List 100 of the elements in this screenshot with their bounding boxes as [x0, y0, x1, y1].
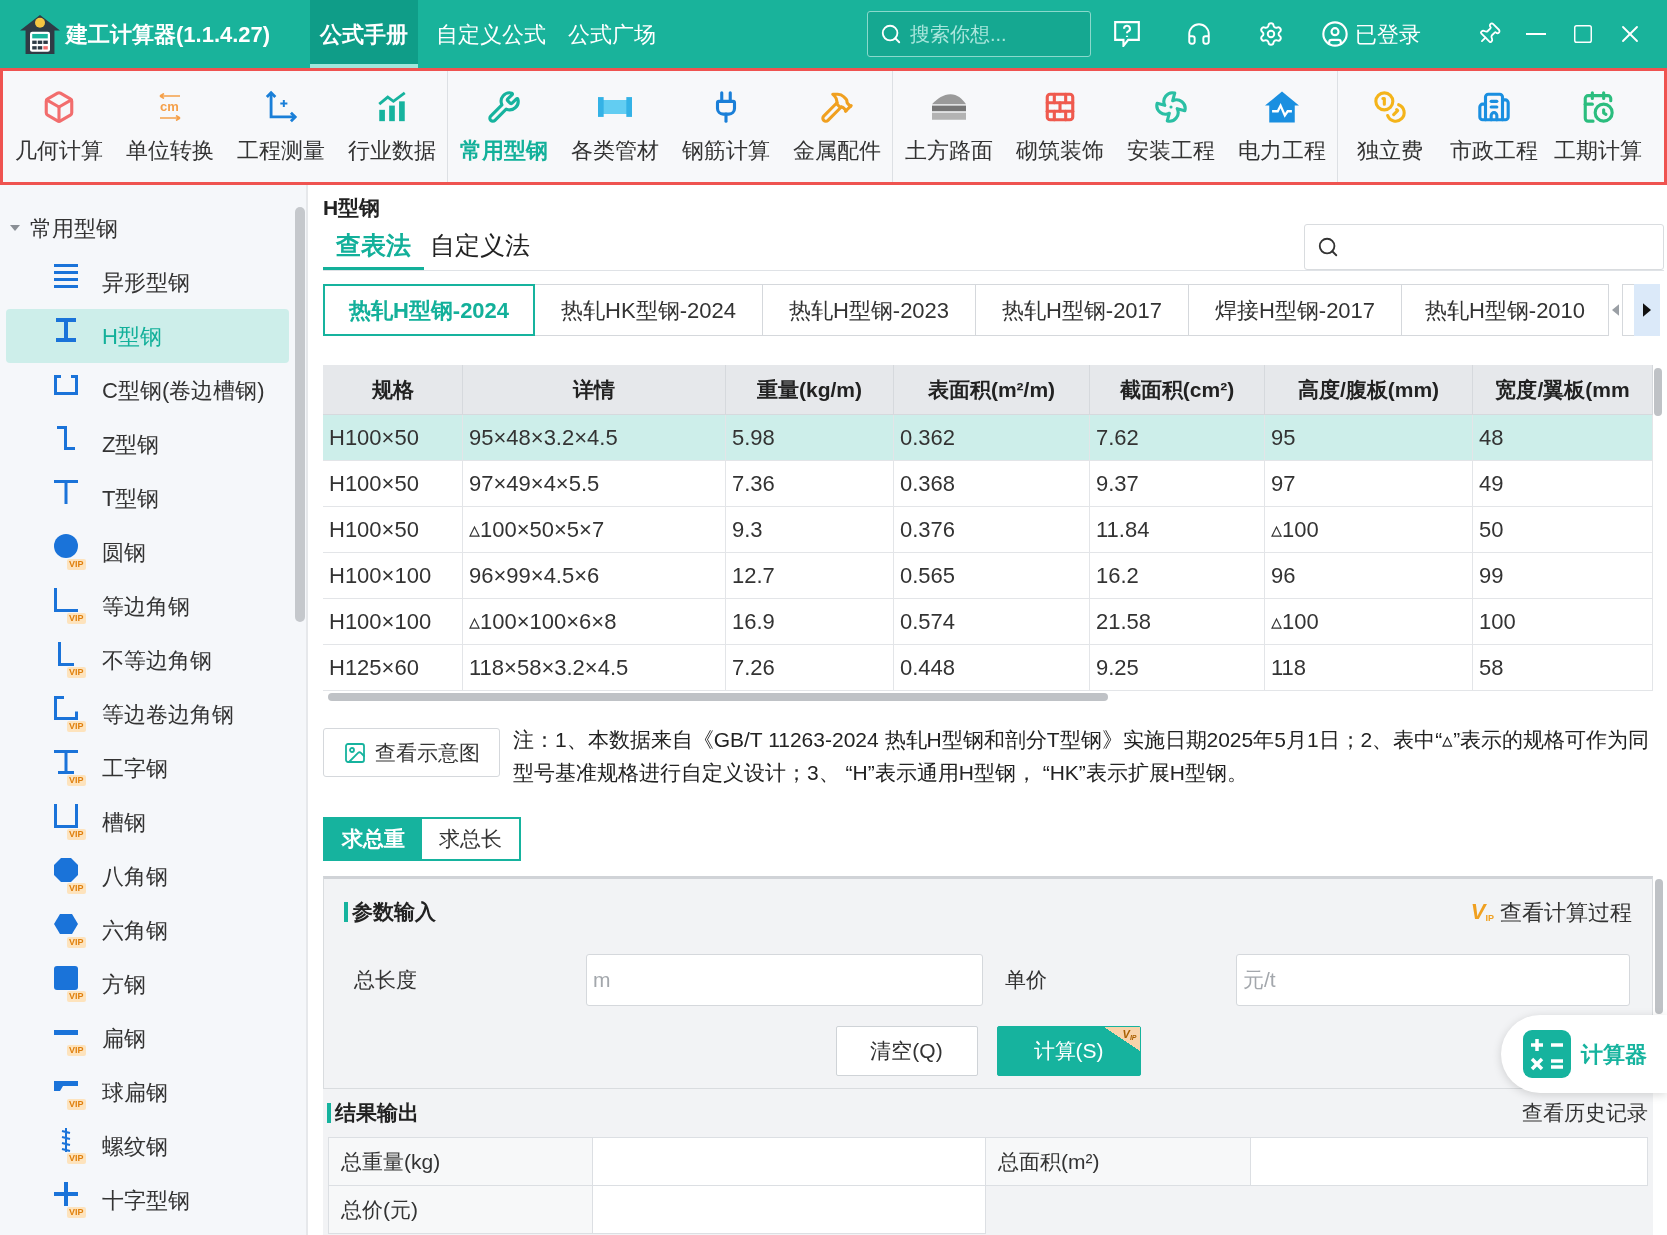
- table-row[interactable]: H100×100 ▵100×100×6×8 16.9 0.574 21.58 ▵100 100: [323, 599, 1653, 645]
- table-row[interactable]: H100×50 ▵100×50×5×7 9.3 0.376 11.84 ▵100 50: [323, 507, 1653, 553]
- fan-icon: [1153, 90, 1188, 124]
- table-row[interactable]: H100×50 97×49×4×5.5 7.36 0.368 9.37 97 49: [323, 461, 1653, 507]
- search-field[interactable]: [1304, 224, 1664, 270]
- toolbar-item[interactable]: 市政工程: [1442, 71, 1546, 182]
- tree-item[interactable]: T型钢: [6, 471, 289, 525]
- result-label: 总价(元): [329, 1186, 593, 1234]
- tree-item[interactable]: VIP 扁钢: [6, 1011, 289, 1065]
- method-tab[interactable]: 自定义法: [424, 224, 536, 270]
- table-row[interactable]: H100×100 96×99×4.5×6 12.7 0.565 16.2 96 99: [323, 553, 1653, 599]
- toolbar-item[interactable]: 各类管材: [559, 71, 670, 182]
- toolbar-item[interactable]: 工期计算: [1546, 71, 1650, 182]
- tree-item[interactable]: VIP 球扁钢: [6, 1065, 289, 1119]
- standard-tab[interactable]: 热轧H型钢-2023: [763, 284, 976, 336]
- tree-group[interactable]: 常用型钢: [0, 201, 118, 255]
- tree-item[interactable]: C型钢(卷边槽钢): [6, 363, 289, 417]
- input-field[interactable]: m: [586, 954, 983, 1006]
- vip-badge: VIP: [67, 829, 86, 840]
- hexagon-icon: [54, 914, 78, 934]
- tree-item[interactable]: VIP 工字钢: [6, 741, 289, 795]
- hammer-icon: [819, 90, 854, 124]
- table-cell: H100×50: [323, 507, 463, 552]
- toolbar-item[interactable]: 独立费: [1338, 71, 1442, 182]
- table-cell: 9.25: [1090, 645, 1265, 690]
- history-link[interactable]: 查看历史记录: [1522, 1097, 1648, 1129]
- tree-item[interactable]: VIP 等边卷边角钢: [6, 687, 289, 741]
- table-cell: 97: [1265, 461, 1473, 506]
- table-cell: 0.574: [894, 599, 1090, 644]
- table-cell: 95: [1265, 415, 1473, 460]
- window-title: 建工计算器(1.1.4.27): [66, 20, 271, 49]
- input-field[interactable]: 元/t: [1236, 954, 1630, 1006]
- table-cell: 96: [1265, 553, 1473, 598]
- toolbar-item[interactable]: 行业数据: [336, 71, 447, 182]
- tree-item[interactable]: VIP 六角钢: [6, 903, 289, 957]
- vertical-scrollbar[interactable]: [1654, 368, 1662, 416]
- column-header: 宽度/翼板(mm: [1473, 365, 1653, 414]
- view-process-link[interactable]: V$_{IP}$ 查看计算过程: [1470, 895, 1632, 929]
- table-cell: 95×48×3.2×4.5: [463, 415, 726, 460]
- toolbar-item[interactable]: 安装工程: [1115, 71, 1226, 182]
- tree-item[interactable]: VIP 槽钢: [6, 795, 289, 849]
- tree-item[interactable]: VIP 螺纹钢: [6, 1119, 289, 1173]
- table-row[interactable]: H100×50 95×48×3.2×4.5 5.98 0.362 7.62 95 48: [323, 415, 1653, 461]
- t-section-icon: [54, 480, 78, 504]
- toolbar-item[interactable]: 几何计算: [3, 71, 114, 182]
- toolbar-item[interactable]: 土方路面: [893, 71, 1004, 182]
- horizontal-scrollbar[interactable]: [328, 693, 1108, 701]
- vip-badge: VIP: [67, 937, 86, 948]
- settings-icon: [1258, 21, 1284, 47]
- tree-item[interactable]: 异形型钢: [6, 255, 289, 309]
- wrench-icon: [486, 90, 521, 124]
- i-beam-icon: [56, 318, 76, 342]
- calendar-clock-icon: [1581, 90, 1615, 124]
- table-row[interactable]: H125×60 118×58×3.2×4.5 7.26 0.448 9.25 118 58: [323, 645, 1653, 691]
- table-cell: 97×49×4×5.5: [463, 461, 726, 506]
- scroll-right-button[interactable]: [1634, 284, 1660, 336]
- standard-tab[interactable]: 热轧HK型钢-2024: [535, 284, 763, 336]
- panel-title: 参数输入: [352, 899, 436, 926]
- i-section-icon: [54, 750, 78, 774]
- standard-tab[interactable]: 焊接H型钢-2017: [1189, 284, 1402, 336]
- toolbar-item[interactable]: 砌筑装饰: [1004, 71, 1115, 182]
- vip-badge: VIP: [67, 1207, 86, 1218]
- toolbar-item[interactable]: 电力工程: [1226, 71, 1337, 182]
- vip-badge: VIP: [67, 1153, 86, 1164]
- table-cell: 11.84: [1090, 507, 1265, 552]
- scrollbar-thumb[interactable]: [295, 207, 305, 622]
- column-header: 重量(kg/m): [726, 365, 894, 414]
- clear-button[interactable]: 清空(Q): [835, 1026, 978, 1076]
- minimize-icon: [1525, 33, 1546, 35]
- ground-layers-icon: [931, 94, 966, 120]
- view-diagram-button[interactable]: 查看示意图: [323, 728, 500, 777]
- vertical-scrollbar[interactable]: [1655, 879, 1663, 1014]
- vip-badge: VIP: [67, 775, 86, 786]
- lipped-angle-icon: [54, 696, 78, 720]
- table-cell: H100×50: [323, 415, 463, 460]
- flat-bar-icon: [54, 1029, 78, 1035]
- vip-badge: VIP: [67, 991, 86, 1002]
- toolbar-item[interactable]: 钢筋计算: [670, 71, 781, 182]
- column-header: 规格: [323, 365, 463, 414]
- tree-item[interactable]: VIP 方钢: [6, 957, 289, 1011]
- scroll-left-icon[interactable]: [1612, 304, 1619, 316]
- tree-item[interactable]: VIP 十字型钢: [6, 1173, 289, 1227]
- calculate-button[interactable]: 计算(S) V$_{IP}$: [996, 1026, 1141, 1076]
- vip-badge: VIP: [67, 667, 86, 678]
- table-cell: 118×58×3.2×4.5: [463, 645, 726, 690]
- vip-label: V$_{IP}$: [1470, 901, 1494, 923]
- toolbar-item[interactable]: 金属配件: [781, 71, 892, 182]
- unit-label: cm: [160, 99, 179, 115]
- tree-item[interactable]: VIP 等边角钢: [6, 579, 289, 633]
- standard-tab[interactable]: 热轧H型钢-2017: [976, 284, 1189, 336]
- tree-item[interactable]: VIP 不等边角钢: [6, 633, 289, 687]
- tree-item[interactable]: VIP 八角钢: [6, 849, 289, 903]
- tree-item[interactable]: VIP 圆钢: [6, 525, 289, 579]
- coins-icon: [1373, 90, 1407, 124]
- tree-item[interactable]: Z型钢: [6, 417, 289, 471]
- table-cell: 0.376: [894, 507, 1090, 552]
- table-cell: 16.9: [726, 599, 894, 644]
- toolbar-item[interactable]: 工程测量: [225, 71, 336, 182]
- toolbar-item[interactable]: cm 单位转换: [114, 71, 225, 182]
- standard-tab[interactable]: 热轧H型钢-2010: [1402, 284, 1609, 336]
